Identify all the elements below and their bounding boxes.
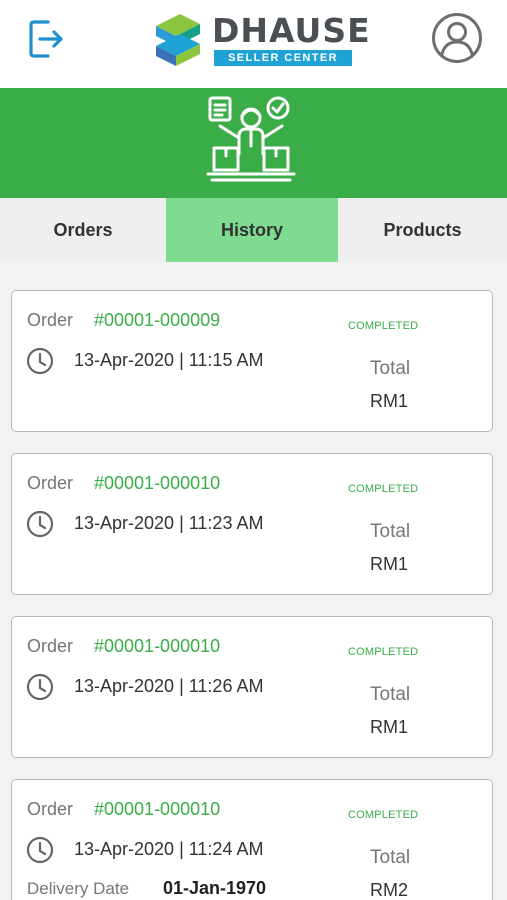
dhause-logo: DHAUSE SELLER CENTER [150, 12, 370, 72]
order-label: Order [27, 799, 74, 819]
app-header: DHAUSE SELLER CENTER [0, 0, 507, 88]
order-card[interactable]: Order #00001-000010 13-Apr-2020 | 11:26 … [11, 616, 493, 758]
status-badge: COMPLETED [348, 320, 419, 332]
tab-orders[interactable]: Orders [0, 198, 166, 262]
tab-history[interactable]: History [166, 198, 338, 262]
delivery-date-label: Delivery Date [27, 879, 130, 898]
total-label: Total [370, 521, 411, 542]
status-badge: COMPLETED [348, 483, 419, 495]
order-datetime: 13-Apr-2020 | 11:24 AM [74, 839, 264, 859]
order-number: #00001-000010 [94, 799, 221, 819]
order-card[interactable]: Order #00001-000010 13-Apr-2020 | 11:23 … [11, 453, 493, 595]
order-card[interactable]: Order #00001-000009 13-Apr-2020 | 11:15 … [11, 290, 493, 432]
order-number: #00001-000009 [94, 310, 221, 330]
total-label: Total [370, 684, 411, 705]
order-label: Order [27, 636, 74, 656]
order-label: Order [27, 473, 74, 493]
clock-icon [26, 510, 54, 538]
order-card[interactable]: Order #00001-000010 13-Apr-2020 | 11:24 … [11, 779, 493, 900]
total-amount: RM1 [370, 554, 409, 574]
delivery-date-value: 01-Jan-1970 [163, 878, 267, 898]
total-amount: RM1 [370, 391, 409, 411]
logo-mark-icon [156, 14, 200, 66]
seller-banner [0, 88, 507, 198]
tab-bar: Orders History Products [0, 198, 507, 262]
order-datetime: 13-Apr-2020 | 11:15 AM [74, 350, 264, 370]
order-label: Order [27, 310, 74, 330]
logout-icon[interactable] [26, 16, 68, 62]
clock-icon [26, 836, 54, 864]
clock-icon [26, 347, 54, 375]
order-datetime: 13-Apr-2020 | 11:26 AM [74, 676, 264, 696]
user-profile-icon[interactable] [431, 12, 483, 64]
order-datetime: 13-Apr-2020 | 11:23 AM [74, 513, 264, 533]
order-number: #00001-000010 [94, 636, 221, 656]
logo-name: DHAUSE [212, 11, 371, 50]
total-amount: RM2 [370, 880, 409, 900]
status-badge: COMPLETED [348, 646, 419, 658]
order-number: #00001-000010 [94, 473, 221, 493]
order-history-list: Order #00001-000009 13-Apr-2020 | 11:15 … [0, 262, 507, 900]
logo-subtitle: SELLER CENTER [214, 50, 352, 66]
status-badge: COMPLETED [348, 809, 419, 821]
tab-products[interactable]: Products [338, 198, 507, 262]
total-amount: RM1 [370, 717, 409, 737]
total-label: Total [370, 847, 411, 868]
total-label: Total [370, 358, 411, 379]
clock-icon [26, 673, 54, 701]
seller-with-parcels-icon [206, 96, 296, 182]
